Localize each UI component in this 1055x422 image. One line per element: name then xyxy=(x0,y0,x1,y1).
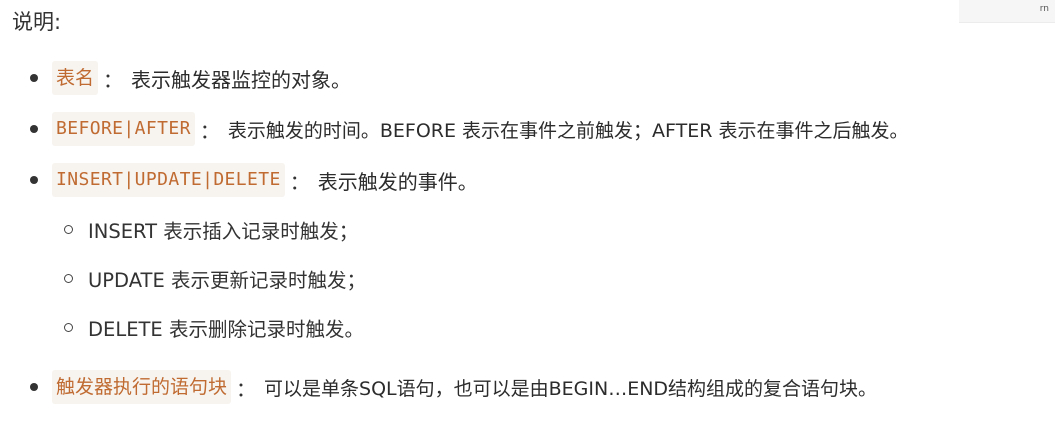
term-description: 可以是单条SQL语句，也可以是由BEGIN…END结构组成的复合语句块。 xyxy=(264,377,878,400)
term-separator: ： xyxy=(199,118,220,143)
term-description: 表示触发器监控的对象。 xyxy=(131,67,352,92)
corner-glyph: rn xyxy=(1039,4,1049,14)
term-code: BEFORE|AFTER xyxy=(52,112,195,146)
bullet-icon xyxy=(30,74,38,82)
term-description: 表示触发的事件。 xyxy=(317,169,478,194)
term-code: 触发器执行的语句块 xyxy=(52,370,232,404)
term-separator: ： xyxy=(236,376,257,401)
top-right-panel: rn xyxy=(959,0,1055,23)
term-separator: ： xyxy=(289,169,310,194)
bullet-icon xyxy=(30,176,38,184)
hollow-bullet-icon xyxy=(64,274,73,283)
hollow-bullet-icon xyxy=(64,225,73,234)
sub-item-text: DELETE 表示删除记录时触发。 xyxy=(88,317,364,341)
term-code: INSERT|UPDATE|DELETE xyxy=(52,163,285,197)
term-description: 表示触发的时间。BEFORE 表示在事件之前触发；AFTER 表示在事件之后触发… xyxy=(227,119,909,142)
sub-item-text: UPDATE 表示更新记录时触发； xyxy=(88,268,366,292)
term-separator: ： xyxy=(103,67,124,92)
bullet-icon xyxy=(30,383,38,391)
term-code: 表名 xyxy=(52,61,99,95)
hollow-bullet-icon xyxy=(64,323,73,332)
bullet-icon xyxy=(30,125,38,133)
section-heading: 说明: xyxy=(12,10,62,34)
sub-item-text: INSERT 表示插入记录时触发； xyxy=(88,219,359,243)
